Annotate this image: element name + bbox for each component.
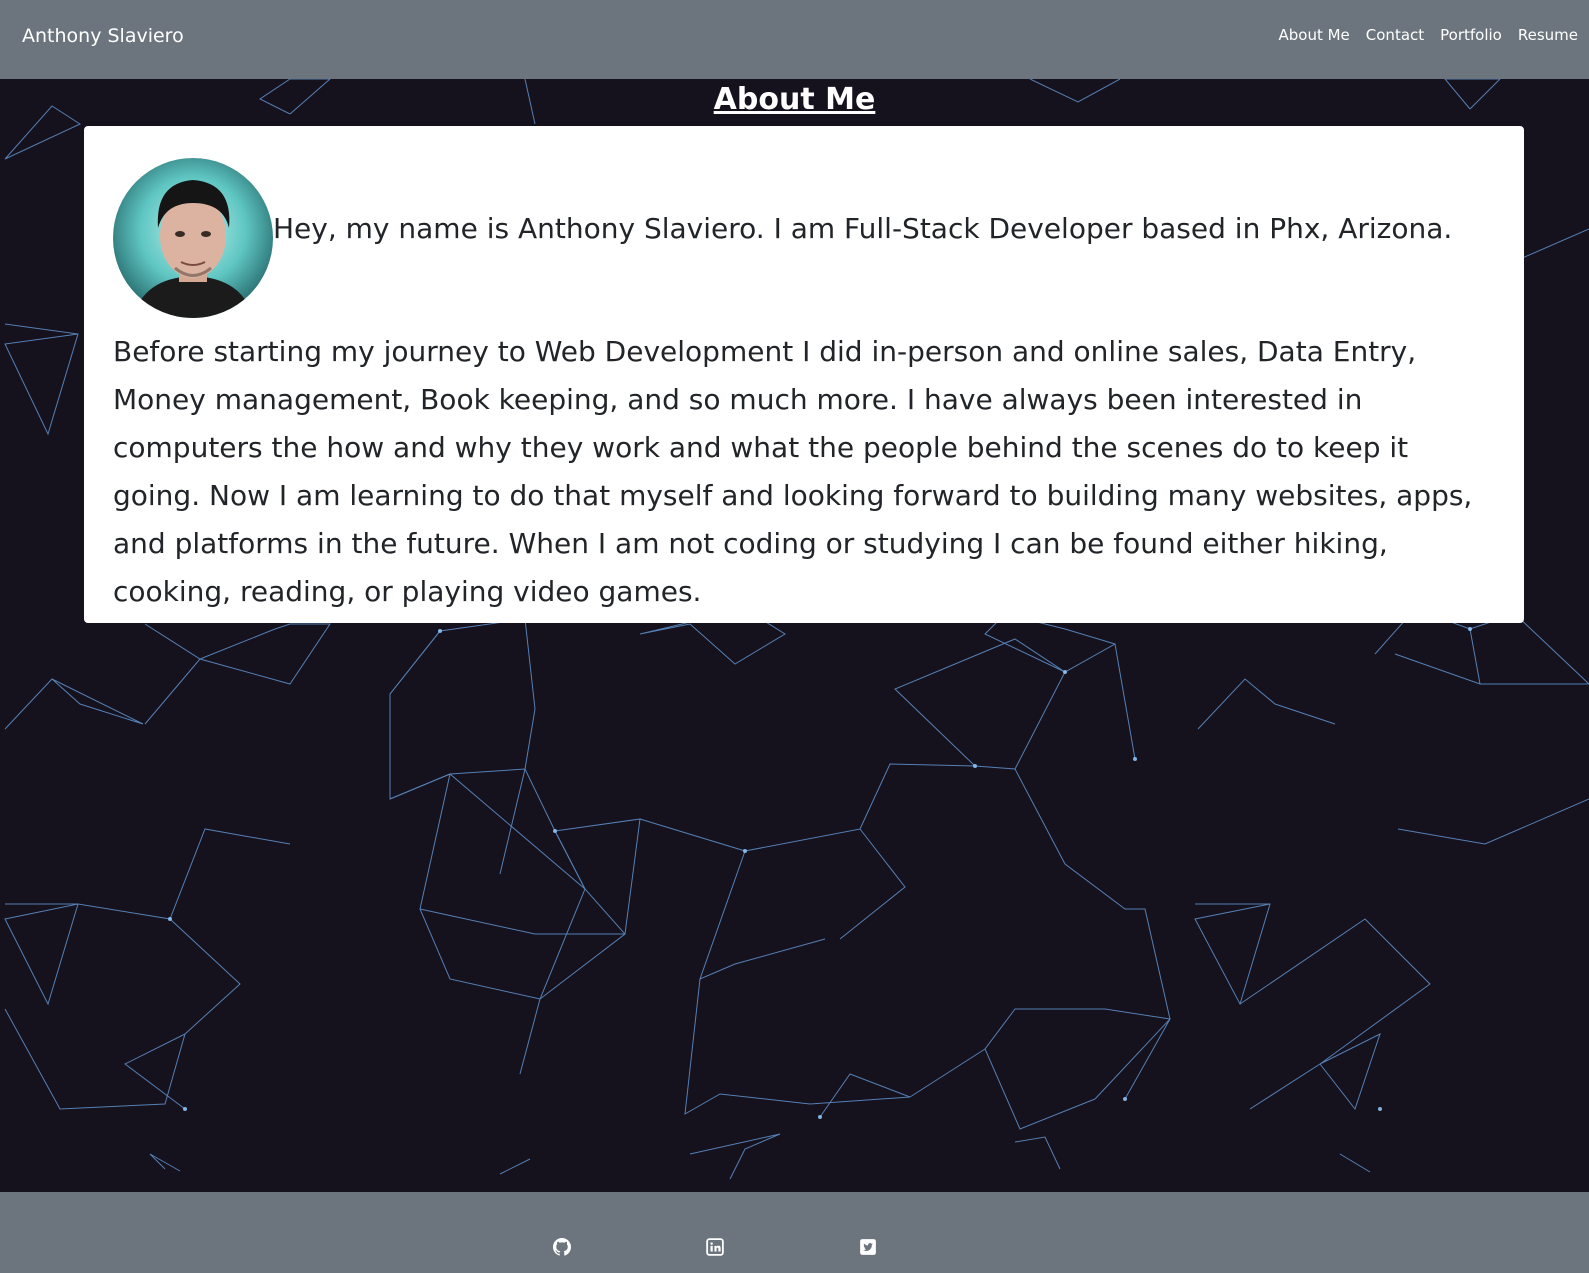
nav-link-contact[interactable]: Contact — [1366, 26, 1424, 44]
intro-row: Hey, my name is Anthony Slaviero. I am F… — [113, 158, 1495, 318]
about-me-heading: About Me — [713, 82, 876, 117]
intro-text: Hey, my name is Anthony Slaviero. I am F… — [273, 211, 1453, 245]
nav-link-resume[interactable]: Resume — [1518, 26, 1578, 44]
github-icon[interactable] — [553, 1238, 572, 1256]
avatar — [113, 158, 273, 318]
navbar: Anthony Slaviero About Me Contact Portfo… — [0, 0, 1589, 79]
linkedin-icon[interactable] — [706, 1238, 724, 1256]
about-me-card: Hey, my name is Anthony Slaviero. I am F… — [84, 126, 1524, 623]
bio-text: Before starting my journey to Web Develo… — [113, 335, 1473, 608]
nav-link-portfolio[interactable]: Portfolio — [1440, 26, 1502, 44]
footer — [0, 1192, 1589, 1273]
nav-link-about-me[interactable]: About Me — [1278, 26, 1349, 44]
nav-links: About Me Contact Portfolio Resume — [1262, 26, 1578, 44]
twitter-icon[interactable] — [859, 1238, 877, 1256]
brand-link[interactable]: Anthony Slaviero — [22, 25, 184, 47]
